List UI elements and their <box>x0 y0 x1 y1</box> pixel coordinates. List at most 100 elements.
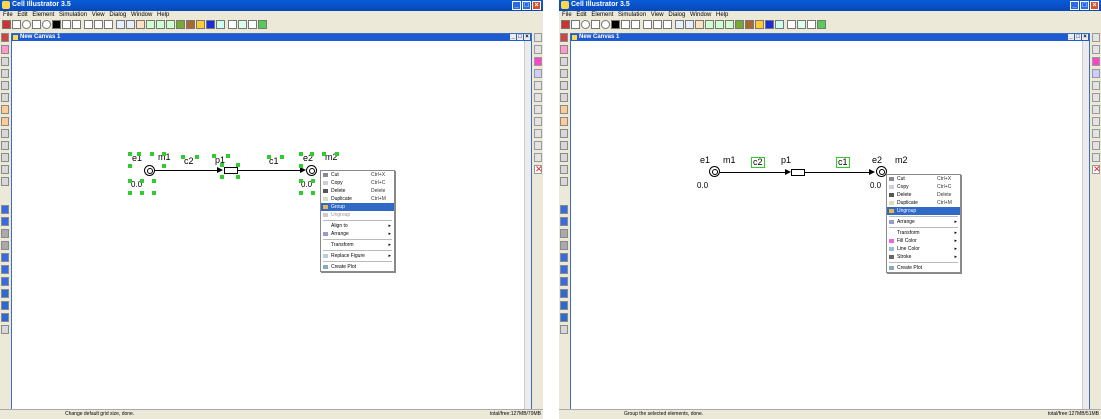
menu-simulation[interactable]: Simulation <box>59 12 87 18</box>
close-button[interactable]: × <box>532 1 541 10</box>
menu-item-transform[interactable]: Transform ▸ <box>321 241 394 249</box>
play-icon[interactable] <box>1 205 9 214</box>
zoom-fit-icon[interactable] <box>725 20 734 29</box>
palette-item-12-icon[interactable] <box>1 165 9 174</box>
vertical-scrollbar[interactable] <box>1082 41 1089 409</box>
right-tool-5-icon[interactable] <box>1092 81 1100 90</box>
menu-view[interactable]: View <box>651 12 664 18</box>
right-tool-4-icon[interactable] <box>534 69 542 78</box>
menu-simulation[interactable]: Simulation <box>618 12 646 18</box>
menu-item-create-plot[interactable]: Create Plot <box>321 263 394 271</box>
palette-item-8-icon[interactable] <box>560 117 568 126</box>
transition-tool-icon[interactable] <box>611 20 620 29</box>
right-tool-3-icon[interactable] <box>1092 57 1100 66</box>
selection-handle[interactable] <box>150 152 154 156</box>
palette-item-5-icon[interactable] <box>1 81 9 90</box>
palette-item-4-icon[interactable] <box>560 69 568 78</box>
selection-handle[interactable] <box>311 191 315 195</box>
cursor-tool-icon[interactable] <box>775 20 784 29</box>
right-tool-6-icon[interactable] <box>534 93 542 102</box>
grid-tool-icon[interactable] <box>72 20 81 29</box>
selection-handle[interactable] <box>267 155 271 159</box>
grid-tool-icon[interactable] <box>631 20 640 29</box>
selection-handle[interactable] <box>195 155 199 159</box>
pause-icon[interactable] <box>560 229 568 238</box>
fastest-icon[interactable] <box>1 277 9 286</box>
selection-handle[interactable] <box>152 179 156 183</box>
menu-item-ungroup[interactable]: Ungroup <box>321 211 394 219</box>
selection-handle[interactable] <box>128 191 132 195</box>
menu-item-transform[interactable]: Transform ▸ <box>887 229 960 237</box>
pencil-tool-icon[interactable] <box>116 20 125 29</box>
right-tool-2-icon[interactable] <box>534 45 542 54</box>
pointer-tool-icon[interactable] <box>571 20 580 29</box>
menu-help[interactable]: Help <box>157 12 169 18</box>
place-m1[interactable] <box>144 165 155 176</box>
selection-handle[interactable] <box>137 152 141 156</box>
selection-handle[interactable] <box>335 152 339 156</box>
place-m1[interactable] <box>709 166 720 177</box>
menu-item-duplicate[interactable]: Duplicate Ctrl+M <box>321 195 394 203</box>
menu-item-line-color[interactable]: Line Color ▸ <box>887 245 960 253</box>
menu-file[interactable]: File <box>562 12 572 18</box>
test-arc-tool-icon[interactable] <box>104 20 113 29</box>
close-panel-icon[interactable]: ✕ <box>534 165 543 174</box>
vertical-scrollbar[interactable] <box>524 41 531 409</box>
selection-handle[interactable] <box>212 154 216 158</box>
menu-file[interactable]: File <box>3 12 13 18</box>
menu-item-fill-color[interactable]: Fill Color ▸ <box>887 237 960 245</box>
chart-4-icon[interactable] <box>1 325 9 334</box>
minimize-button[interactable]: _ <box>512 1 521 10</box>
selection-handle[interactable] <box>280 155 284 159</box>
inhibitor-tool-icon[interactable] <box>653 20 662 29</box>
canvas-close-button[interactable]: × <box>1082 34 1088 40</box>
selection-handle[interactable] <box>128 164 132 168</box>
selection-handle[interactable] <box>310 152 314 156</box>
circle-tool-icon[interactable] <box>42 20 51 29</box>
blue-color-icon[interactable] <box>206 20 215 29</box>
right-tool-9-icon[interactable] <box>1092 129 1100 138</box>
selection-handle[interactable] <box>152 191 156 195</box>
right-tool-9-icon[interactable] <box>534 129 542 138</box>
menu-item-stroke[interactable]: Stroke ▸ <box>887 253 960 261</box>
palette-item-13-icon[interactable] <box>1 177 9 186</box>
blue-color-icon[interactable] <box>765 20 774 29</box>
arc-p1-m2[interactable] <box>805 172 871 173</box>
chart-3-icon[interactable] <box>1 313 9 322</box>
close-panel-icon[interactable]: ✕ <box>1092 165 1101 174</box>
shape-color-icon[interactable] <box>186 20 195 29</box>
target-tool-icon[interactable] <box>62 20 71 29</box>
stop-icon[interactable] <box>1 241 9 250</box>
palette-item-9-icon[interactable] <box>560 129 568 138</box>
right-tool-7-icon[interactable] <box>1092 105 1100 114</box>
menu-edit[interactable]: Edit <box>576 12 586 18</box>
step-icon[interactable] <box>1 217 9 226</box>
right-tool-2-icon[interactable] <box>1092 45 1100 54</box>
rect-tool-icon[interactable] <box>591 20 600 29</box>
right-tool-10-icon[interactable] <box>1092 141 1100 150</box>
palette-item-2-icon[interactable] <box>560 45 568 54</box>
chart-3-icon[interactable] <box>560 313 568 322</box>
shape-color-icon[interactable] <box>745 20 754 29</box>
chart-1-icon[interactable] <box>1 289 9 298</box>
selection-handle[interactable] <box>236 163 240 167</box>
right-tool-5-icon[interactable] <box>534 81 542 90</box>
minimize-button[interactable]: _ <box>1070 1 1079 10</box>
layout-icon[interactable] <box>228 20 237 29</box>
selection-handle[interactable] <box>162 152 166 156</box>
close-button[interactable]: × <box>1090 1 1099 10</box>
menu-window[interactable]: Window <box>690 12 711 18</box>
canvas-maximize-button[interactable]: □ <box>1075 34 1081 40</box>
menu-view[interactable]: View <box>92 12 105 18</box>
chart-4-icon[interactable] <box>560 325 568 334</box>
save-tool-icon[interactable] <box>2 20 11 29</box>
palette-item-2-icon[interactable] <box>1 45 9 54</box>
palette-item-10-icon[interactable] <box>560 141 568 150</box>
menu-help[interactable]: Help <box>716 12 728 18</box>
menu-element[interactable]: Element <box>591 12 613 18</box>
selection-handle[interactable] <box>299 152 303 156</box>
grid-table-icon[interactable] <box>248 20 257 29</box>
chart-2-icon[interactable] <box>1 301 9 310</box>
selection-handle[interactable] <box>140 191 144 195</box>
palette-item-13-icon[interactable] <box>560 177 568 186</box>
